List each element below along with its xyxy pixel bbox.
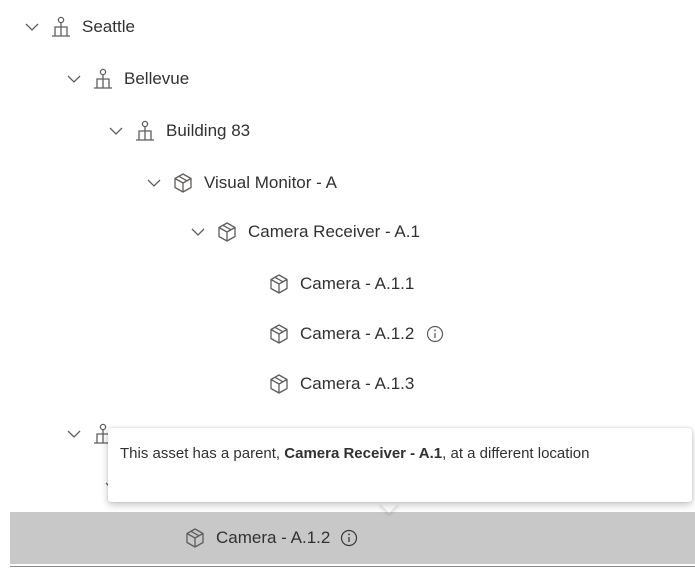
tree-item-visual-monitor-a[interactable]: Visual Monitor - A [0, 157, 695, 209]
asset-cube-icon [268, 273, 290, 295]
tree-item-bellevue[interactable]: Bellevue [0, 53, 695, 105]
chevron-down-icon[interactable] [146, 175, 162, 191]
tree-item-label: Visual Monitor - A [204, 173, 337, 192]
asset-cube-icon [268, 373, 290, 395]
tree-item-camera-a12[interactable]: Camera - A.1.2 [0, 308, 695, 360]
chevron-down-icon[interactable] [24, 19, 40, 35]
chevron-down-icon[interactable] [66, 71, 82, 87]
tree-item-camera-a13[interactable]: Camera - A.1.3 [0, 358, 695, 410]
info-tooltip: This asset has a parent, Camera Receiver… [108, 428, 692, 502]
chevron-down-icon[interactable] [108, 123, 124, 139]
tree-item-label: Camera - A.1.2 [216, 528, 331, 547]
asset-cube-icon [268, 323, 290, 345]
location-pin-icon [134, 120, 156, 142]
tree-item-label: Bellevue [124, 69, 190, 88]
tree-item-label: Camera - A.1.2 [300, 324, 415, 343]
tree-item-label: Seattle [82, 17, 135, 36]
tree-item-label: Camera Receiver - A.1 [248, 222, 420, 241]
asset-cube-icon [172, 172, 194, 194]
tree-item-label: Camera - A.1.3 [300, 374, 415, 393]
tooltip-text: This asset has a parent, [120, 445, 285, 462]
divider [10, 566, 695, 567]
tree-item-camera-a11[interactable]: Camera - A.1.1 [0, 258, 695, 310]
tree-item-building-83[interactable]: Building 83 [0, 105, 695, 157]
chevron-down-icon[interactable] [190, 224, 206, 240]
tree-item-selected-camera-a12[interactable]: Camera - A.1.2 [10, 512, 695, 564]
tree-item-seattle[interactable]: Seattle [0, 1, 695, 53]
location-pin-icon [92, 68, 114, 90]
tooltip-parent-name: Camera Receiver - A.1 [284, 445, 443, 462]
info-icon[interactable] [426, 325, 444, 343]
tree-item-label: Building 83 [166, 121, 251, 140]
chevron-down-icon[interactable] [66, 426, 82, 442]
asset-cube-icon [184, 527, 206, 549]
info-icon[interactable] [340, 529, 358, 547]
tooltip-text: , at a different location [442, 445, 590, 462]
tree-item-label: Camera - A.1.1 [300, 274, 415, 293]
location-pin-icon [50, 16, 72, 38]
asset-cube-icon [216, 221, 238, 243]
tree-item-camera-receiver-a1[interactable]: Camera Receiver - A.1 [0, 206, 695, 258]
